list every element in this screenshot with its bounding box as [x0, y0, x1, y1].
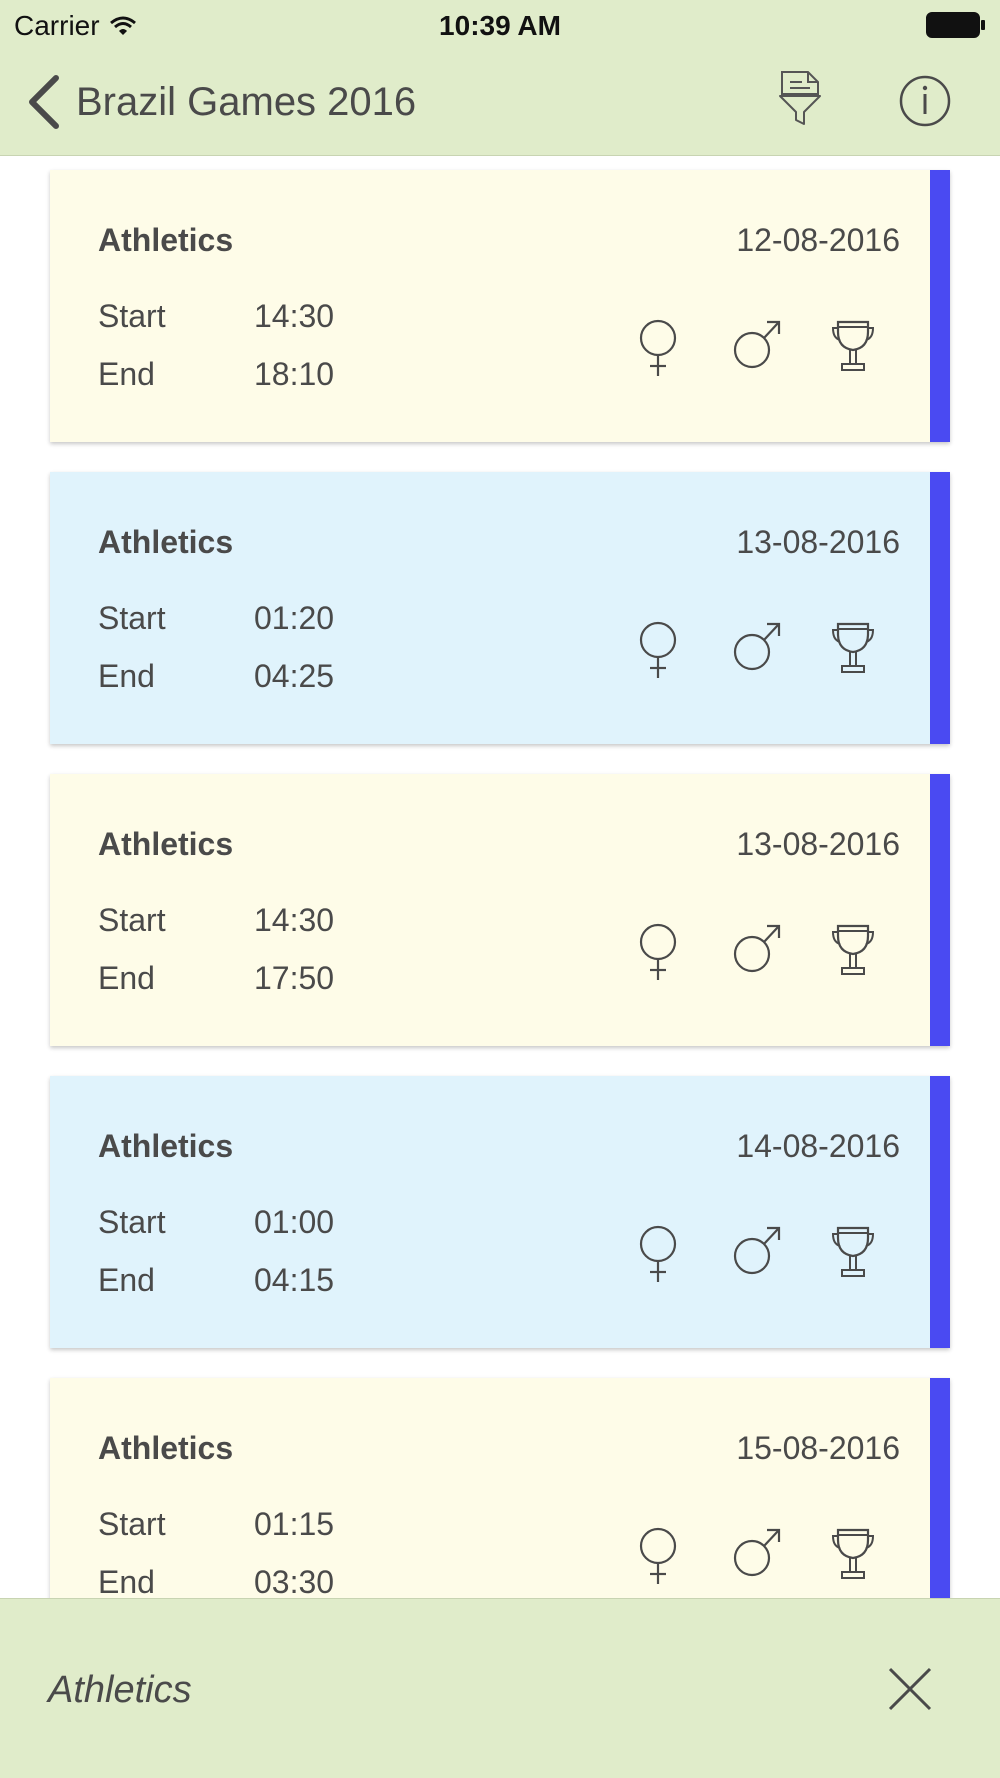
- trophy-icon[interactable]: [830, 620, 876, 674]
- end-label: End: [98, 960, 155, 996]
- status-bar: Carrier 10:39 AM: [0, 0, 1000, 50]
- male-icon[interactable]: [732, 620, 782, 672]
- trophy-icon[interactable]: [830, 1224, 876, 1278]
- event-card[interactable]: Athletics 13-08-2016 Start 01:20 End 04:25: [50, 472, 950, 744]
- male-icon[interactable]: [732, 1224, 782, 1276]
- event-start-row: Start 01:15: [98, 1506, 334, 1543]
- navigation-bar: Brazil Games 2016: [0, 50, 1000, 156]
- trophy-icon[interactable]: [830, 318, 876, 372]
- start-label: Start: [98, 298, 166, 334]
- start-time: 01:15: [254, 1506, 335, 1542]
- event-card[interactable]: Athletics 14-08-2016 Start 01:00 End 04:15: [50, 1076, 950, 1348]
- event-start-row: Start 14:30: [98, 298, 334, 335]
- event-end-row: End 04:25: [98, 658, 334, 695]
- event-sport: Athletics: [98, 826, 234, 862]
- male-icon[interactable]: [732, 318, 782, 370]
- start-label: Start: [98, 1204, 166, 1240]
- female-icon[interactable]: [636, 1526, 680, 1586]
- info-icon[interactable]: [898, 74, 952, 128]
- accent-stripe: [930, 170, 950, 442]
- event-sport: Athletics: [98, 1128, 234, 1164]
- event-date: 13-08-2016: [736, 826, 900, 862]
- accent-stripe: [930, 1076, 950, 1348]
- trophy-icon[interactable]: [830, 922, 876, 976]
- start-time: 01:20: [254, 600, 335, 636]
- event-date: 12-08-2016: [736, 222, 900, 258]
- close-icon[interactable]: [886, 1665, 934, 1713]
- event-card[interactable]: Athletics 13-08-2016 Start 14:30 End 17:50: [50, 774, 950, 1046]
- accent-stripe: [930, 774, 950, 1046]
- end-label: End: [98, 356, 155, 392]
- end-time: 18:10: [254, 356, 335, 392]
- start-time: 01:00: [254, 1204, 335, 1240]
- event-date: 13-08-2016: [736, 524, 900, 560]
- event-sport: Athletics: [98, 222, 234, 258]
- event-start-row: Start 01:00: [98, 1204, 334, 1241]
- male-icon[interactable]: [732, 1526, 782, 1578]
- event-end-row: End 17:50: [98, 960, 334, 997]
- event-card[interactable]: Athletics 12-08-2016 Start 14:30 End 18:10: [50, 170, 950, 442]
- end-time: 04:15: [254, 1262, 335, 1298]
- end-label: End: [98, 658, 155, 694]
- event-end-row: End 04:15: [98, 1262, 334, 1299]
- active-filter-bar: Athletics: [0, 1598, 1000, 1778]
- filter-document-icon[interactable]: [776, 68, 824, 128]
- end-label: End: [98, 1564, 155, 1598]
- event-sport: Athletics: [98, 524, 234, 560]
- event-end-row: End 03:30: [98, 1564, 334, 1598]
- event-start-row: Start 14:30: [98, 902, 334, 939]
- clock: 10:39 AM: [439, 10, 561, 41]
- start-time: 14:30: [254, 298, 335, 334]
- accent-stripe: [930, 1378, 950, 1598]
- end-label: End: [98, 1262, 155, 1298]
- back-chevron-icon[interactable]: [26, 74, 66, 130]
- event-date: 14-08-2016: [736, 1128, 900, 1164]
- start-label: Start: [98, 1506, 166, 1542]
- start-label: Start: [98, 902, 166, 938]
- female-icon[interactable]: [636, 318, 680, 378]
- end-time: 03:30: [254, 1564, 335, 1598]
- end-time: 17:50: [254, 960, 335, 996]
- female-icon[interactable]: [636, 1224, 680, 1284]
- event-list[interactable]: Athletics 12-08-2016 Start 14:30 End 18:10 Ath…: [0, 156, 1000, 1598]
- start-time: 14:30: [254, 902, 335, 938]
- event-start-row: Start 01:20: [98, 600, 334, 637]
- female-icon[interactable]: [636, 620, 680, 680]
- trophy-icon[interactable]: [830, 1526, 876, 1580]
- event-sport: Athletics: [98, 1430, 234, 1466]
- event-date: 15-08-2016: [736, 1430, 900, 1466]
- page-title: Brazil Games 2016: [76, 80, 417, 124]
- active-filter-label: Athletics: [48, 1669, 192, 1711]
- male-icon[interactable]: [732, 922, 782, 974]
- event-end-row: End 18:10: [98, 356, 334, 393]
- event-card[interactable]: Athletics 15-08-2016 Start 01:15 End 03:30: [50, 1378, 950, 1598]
- end-time: 04:25: [254, 658, 335, 694]
- battery-icon: [926, 12, 985, 38]
- female-icon[interactable]: [636, 922, 680, 982]
- start-label: Start: [98, 600, 166, 636]
- accent-stripe: [930, 472, 950, 744]
